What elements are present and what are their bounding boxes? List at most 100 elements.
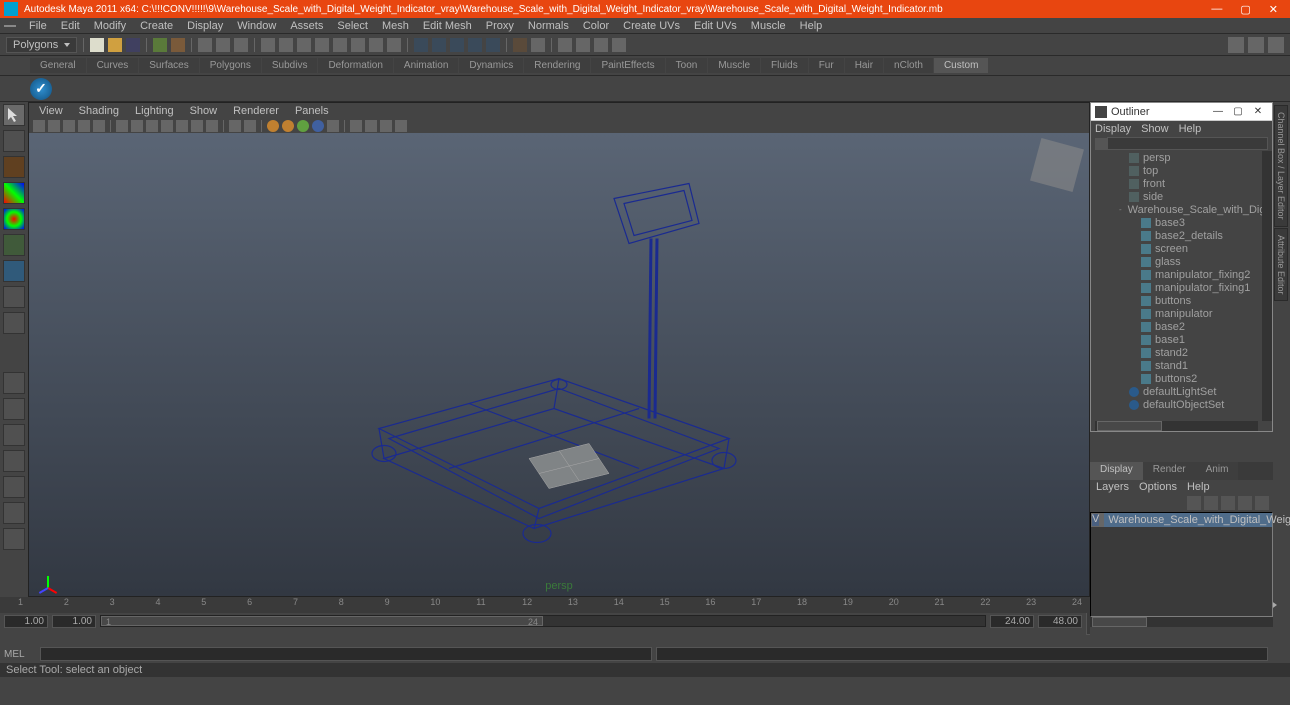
sel-hierarchy-icon[interactable] xyxy=(198,38,212,52)
prefs-icon[interactable] xyxy=(1272,614,1286,628)
rotate-tool[interactable] xyxy=(3,208,25,230)
mask8-icon[interactable] xyxy=(387,38,401,52)
menu-modify[interactable]: Modify xyxy=(87,20,133,32)
range-slider[interactable]: 1 24 xyxy=(100,615,986,627)
menu-proxy[interactable]: Proxy xyxy=(479,20,521,32)
layer-new-icon[interactable] xyxy=(1187,496,1201,510)
outliner-menu-help[interactable]: Help xyxy=(1179,123,1202,135)
close-button[interactable]: ✕ xyxy=(1269,3,1278,16)
vp-light-icon[interactable] xyxy=(161,120,173,132)
layer-delete-icon[interactable] xyxy=(1204,496,1218,510)
undo-icon[interactable] xyxy=(153,38,167,52)
layer-row[interactable]: V Warehouse_Scale_with_Digital_Weigh xyxy=(1091,513,1272,527)
layer-visibility-toggle[interactable]: V xyxy=(1091,513,1100,527)
soft-mod-tool[interactable] xyxy=(3,286,25,308)
outliner-node-glass[interactable]: glass xyxy=(1091,255,1272,268)
vp-bookmarks-icon[interactable] xyxy=(48,120,60,132)
menu-file[interactable]: File xyxy=(22,20,54,32)
shelf-tab-curves[interactable]: Curves xyxy=(87,58,139,73)
vp-textured-icon[interactable] xyxy=(146,120,158,132)
vp-menu-shading[interactable]: Shading xyxy=(75,105,123,117)
move-tool[interactable] xyxy=(3,182,25,204)
vp-all-lights-icon[interactable] xyxy=(282,120,294,132)
save-icon[interactable] xyxy=(126,38,140,52)
vp-film-gate-icon[interactable] xyxy=(93,120,105,132)
layer-tab-anim[interactable]: Anim xyxy=(1196,462,1239,480)
outliner-tree[interactable]: persptopfrontside-Warehouse_Scale_with_D… xyxy=(1091,151,1272,431)
scale-tool[interactable] xyxy=(3,234,25,256)
minimize-button[interactable]: — xyxy=(1211,3,1222,16)
vp-renderer-icon[interactable] xyxy=(350,120,362,132)
menu-normals[interactable]: Normals xyxy=(521,20,576,32)
vp-menu-lighting[interactable]: Lighting xyxy=(131,105,178,117)
menu-create[interactable]: Create xyxy=(133,20,180,32)
new-scene-icon[interactable] xyxy=(90,38,104,52)
vp-smooth-icon[interactable] xyxy=(131,120,143,132)
outliner-menu-display[interactable]: Display xyxy=(1095,123,1131,135)
cmd-lang-label[interactable]: MEL xyxy=(4,649,36,660)
layer-refresh-icon[interactable] xyxy=(1255,496,1269,510)
layer-hscrollbar[interactable] xyxy=(1090,617,1273,627)
shelf-tab-custom[interactable]: Custom xyxy=(934,58,988,73)
snap-grid-icon[interactable] xyxy=(414,38,428,52)
menu-display[interactable]: Display xyxy=(180,20,230,32)
vp-default-light-icon[interactable] xyxy=(267,120,279,132)
outliner-node-screen[interactable]: screen xyxy=(1091,242,1272,255)
layout3-icon[interactable] xyxy=(1268,37,1284,53)
script-editor-icon[interactable] xyxy=(1272,647,1286,661)
snap-point-icon[interactable] xyxy=(450,38,464,52)
sel-object-icon[interactable] xyxy=(216,38,230,52)
expand-icon[interactable]: - xyxy=(1119,205,1122,214)
outliner-minimize[interactable]: — xyxy=(1208,106,1228,117)
outliner-maximize[interactable]: ▢ xyxy=(1228,106,1248,117)
shelf-tab-deformation[interactable]: Deformation xyxy=(318,58,392,73)
mask3-icon[interactable] xyxy=(297,38,311,52)
shelf-tab-general[interactable]: General xyxy=(30,58,86,73)
outliner-node-defaultobjectset[interactable]: defaultObjectSet xyxy=(1091,398,1272,411)
shelf-tab-fluids[interactable]: Fluids xyxy=(761,58,808,73)
layer-up-icon[interactable] xyxy=(1221,496,1235,510)
outliner-close[interactable]: ✕ xyxy=(1248,106,1268,117)
vp-hq-icon[interactable] xyxy=(191,120,203,132)
outliner-menu-show[interactable]: Show xyxy=(1141,123,1169,135)
sel-component-icon[interactable] xyxy=(234,38,248,52)
shelf-tab-painteffects[interactable]: PaintEffects xyxy=(591,58,664,73)
outliner-node-manipulator-fixing1[interactable]: manipulator_fixing1 xyxy=(1091,281,1272,294)
outliner-hscrollbar[interactable] xyxy=(1095,421,1258,431)
mask6-icon[interactable] xyxy=(351,38,365,52)
vp-menu-renderer[interactable]: Renderer xyxy=(229,105,283,117)
vp-isolate-icon[interactable] xyxy=(229,120,241,132)
render-frame-icon[interactable] xyxy=(558,38,572,52)
range-end-inner[interactable]: 24.00 xyxy=(990,615,1034,628)
shelf-tab-dynamics[interactable]: Dynamics xyxy=(459,58,523,73)
paint-select-tool[interactable] xyxy=(3,156,25,178)
vp-panel3-icon[interactable] xyxy=(395,120,407,132)
shelf-tab-fur[interactable]: Fur xyxy=(809,58,844,73)
channel-box-tab[interactable]: Channel Box / Layer Editor xyxy=(1274,105,1288,227)
redo-icon[interactable] xyxy=(171,38,185,52)
manip-tool[interactable] xyxy=(3,260,25,282)
shelf-tab-hair[interactable]: Hair xyxy=(845,58,883,73)
outliner-node-front[interactable]: front xyxy=(1091,177,1272,190)
history-on-icon[interactable] xyxy=(513,38,527,52)
shelf-tab-muscle[interactable]: Muscle xyxy=(708,58,760,73)
vp-grid-icon[interactable] xyxy=(244,120,256,132)
outliner-node-stand1[interactable]: stand1 xyxy=(1091,359,1272,372)
layer-menu-help[interactable]: Help xyxy=(1187,481,1210,493)
vp-shadows-icon[interactable] xyxy=(176,120,188,132)
view-cube[interactable] xyxy=(1030,138,1084,192)
mask4-icon[interactable] xyxy=(315,38,329,52)
range-start-inner[interactable]: 1.00 xyxy=(52,615,96,628)
shelf-tab-toon[interactable]: Toon xyxy=(666,58,708,73)
render-view-icon[interactable] xyxy=(612,38,626,52)
snap-live-icon[interactable] xyxy=(486,38,500,52)
outliner-node-buttons2[interactable]: buttons2 xyxy=(1091,372,1272,385)
vp-flat-light-icon[interactable] xyxy=(312,120,324,132)
range-start-outer[interactable]: 1.00 xyxy=(4,615,48,628)
vp-xray-icon[interactable] xyxy=(206,120,218,132)
outliner-node-side[interactable]: side xyxy=(1091,190,1272,203)
mask7-icon[interactable] xyxy=(369,38,383,52)
hypershade-icon[interactable] xyxy=(3,528,25,550)
time-ruler[interactable]: 123456789101112131415161718192021222324 xyxy=(0,597,1090,613)
two-pane-h-icon[interactable] xyxy=(3,450,25,472)
